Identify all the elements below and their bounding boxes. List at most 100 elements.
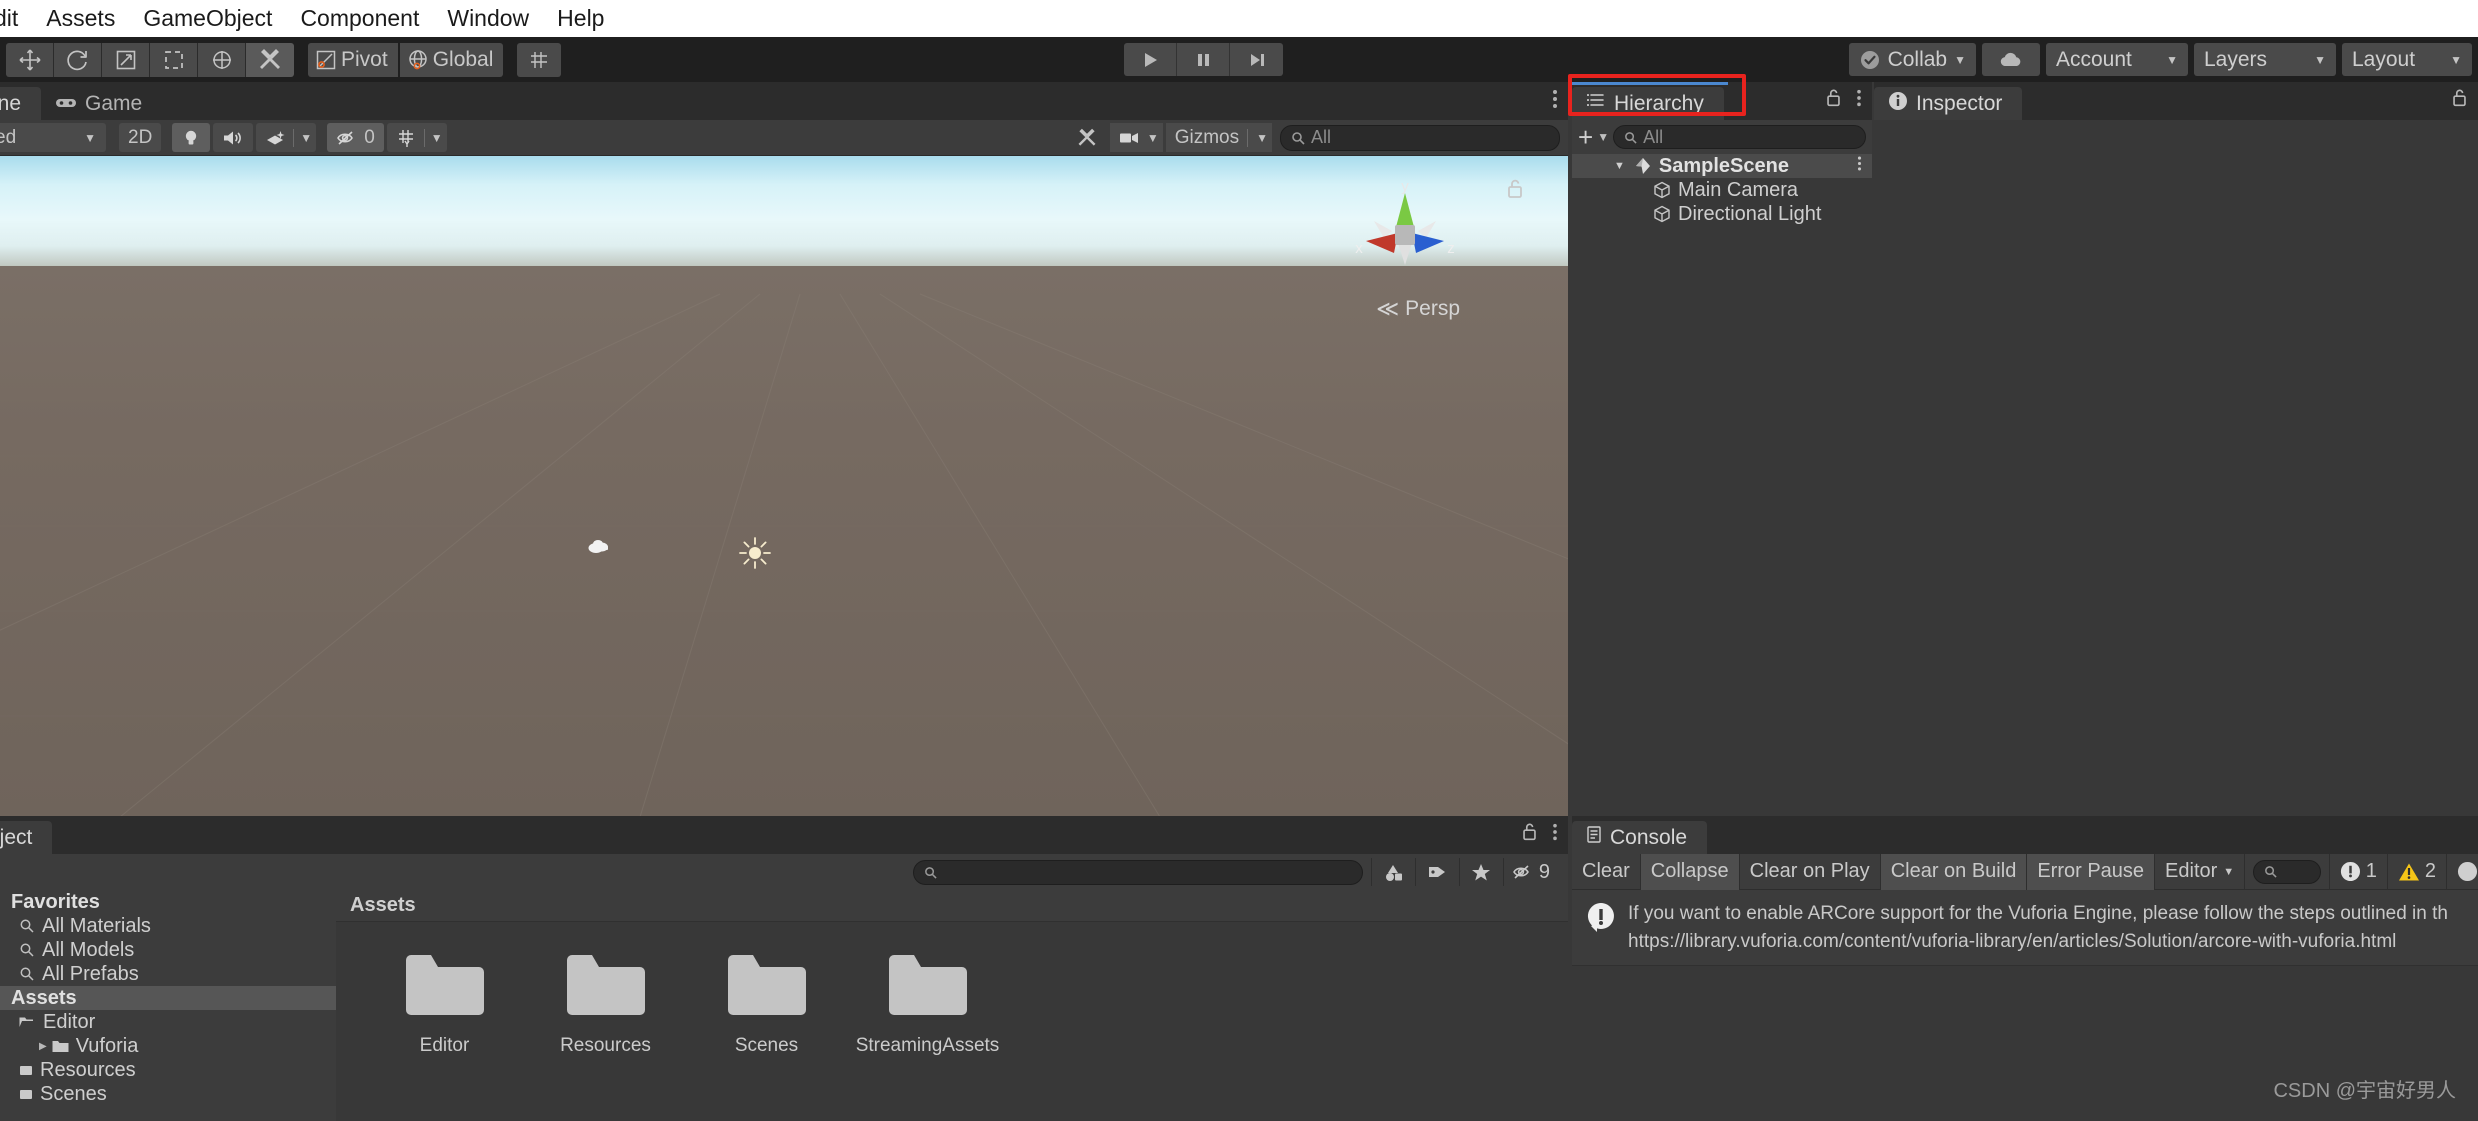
scene-2d-toggle[interactable]: 2D [119, 123, 162, 152]
project-filter-type-button[interactable] [1370, 858, 1415, 886]
chevron-down-icon[interactable]: ▼ [1597, 130, 1609, 144]
step-button[interactable] [1230, 43, 1283, 76]
project-tree-resources[interactable]: Resources [0, 1058, 336, 1082]
hierarchy-item-main-camera[interactable]: Main Camera [1572, 178, 1872, 202]
rotate-tool-button[interactable] [54, 42, 102, 77]
collab-button[interactable]: Collab ▼ [1848, 43, 1976, 76]
pivot-button[interactable]: Pivot [308, 42, 398, 77]
menu-component[interactable]: Component [286, 0, 433, 37]
rect-tool-button[interactable] [150, 42, 198, 77]
global-button[interactable]: Global [399, 42, 504, 77]
directional-light-gizmo[interactable] [738, 536, 772, 575]
cloud-button[interactable] [1982, 43, 2040, 76]
gamepad-icon [55, 92, 77, 116]
console-clear-on-play-button[interactable]: Clear on Play [1740, 853, 1881, 890]
menu-assets[interactable]: Assets [32, 0, 129, 37]
scene-search-input[interactable]: All [1280, 124, 1560, 151]
console-message-vuforia[interactable]: If you want to enable ARCore support for… [1572, 890, 2478, 967]
menu-edit[interactable]: dit [0, 0, 32, 37]
scene-hidden-objects-toggle[interactable]: 0 [327, 123, 384, 152]
console-message-text: If you want to enable ARCore support for… [1628, 900, 2448, 955]
asset-folder-editor[interactable]: Editor [364, 954, 525, 1057]
scene-more-icon[interactable] [1552, 88, 1558, 115]
asset-folder-scenes[interactable]: Scenes [686, 954, 847, 1057]
scene-view-mode-label: ≪ Persp [1376, 296, 1460, 321]
project-tree-editor[interactable]: Editor [0, 1010, 336, 1034]
project-tree-scenes-label: Scenes [40, 1082, 107, 1105]
menu-help[interactable]: Help [543, 0, 618, 37]
console-info-count[interactable]: 1 [2328, 853, 2387, 890]
console-tabstrip: Console [1572, 816, 2478, 854]
move-tool-button[interactable] [6, 42, 54, 77]
project-favorite-button[interactable] [1458, 858, 1503, 886]
scene-hidden-count: 0 [364, 126, 375, 148]
project-more-icon[interactable] [1552, 822, 1558, 847]
project-tree-assets[interactable]: Assets [0, 986, 336, 1010]
watermark: CSDN @宇宙好男人 [2273, 1080, 2456, 1102]
tab-scene[interactable]: ene [0, 87, 42, 120]
scene-axis-gizmo[interactable]: y x z [1350, 178, 1460, 291]
menu-gameobject[interactable]: GameObject [129, 0, 286, 37]
scene-effects-toggle[interactable]: ▼ [256, 123, 317, 152]
console-collapse-button[interactable]: Collapse [1640, 853, 1740, 890]
tab-inspector[interactable]: Inspector [1874, 87, 2023, 120]
tab-hierarchy[interactable]: Hierarchy [1572, 87, 1724, 120]
project-tree-all-models[interactable]: All Models [0, 938, 336, 962]
project-tree-scenes[interactable]: Scenes [0, 1082, 336, 1106]
scene-tools-button[interactable] [1067, 123, 1107, 152]
layers-button[interactable]: Layers ▼ [2194, 43, 2336, 76]
project-hidden-toggle[interactable]: 9 [1502, 858, 1558, 886]
console-editor-dropdown[interactable]: Editor ▼ [2155, 853, 2246, 890]
tab-game[interactable]: Game [41, 87, 162, 120]
info-icon [1888, 91, 1908, 117]
project-search-input[interactable] [912, 859, 1363, 885]
menu-window[interactable]: Window [433, 0, 543, 37]
scene-shading-dropdown[interactable]: ed ▼ [0, 123, 106, 152]
hierarchy-add-button[interactable]: + [1578, 124, 1593, 150]
pause-button[interactable] [1177, 43, 1230, 76]
transform-tool-button[interactable] [198, 42, 246, 77]
hierarchy-search-input[interactable]: All [1613, 125, 1866, 149]
scene-lighting-toggle[interactable] [172, 123, 211, 152]
layout-button[interactable]: Layout ▼ [2342, 43, 2472, 76]
custom-tool-button[interactable] [246, 42, 294, 77]
console-clear-on-build-button[interactable]: Clear on Build [1880, 853, 2028, 890]
project-tree-all-prefabs[interactable]: All Prefabs [0, 962, 336, 986]
tab-project[interactable]: oject [0, 821, 53, 854]
scene-lock-icon[interactable] [1506, 178, 1524, 205]
console-error-count[interactable] [2446, 853, 2478, 890]
scene-gizmos-button[interactable]: Gizmos ▼ [1165, 123, 1272, 152]
project-tree-all-materials[interactable]: All Materials [0, 914, 336, 938]
expand-arrow-icon[interactable]: ▶ [39, 1041, 47, 1052]
chevron-down-icon: ▼ [2166, 52, 2178, 67]
scale-tool-button[interactable] [102, 42, 150, 77]
inspector-lock-icon[interactable] [2451, 88, 2468, 113]
hierarchy-more-icon[interactable] [1856, 88, 1862, 113]
project-tree-favorites[interactable]: Favorites [0, 890, 336, 914]
console-warning-count[interactable]: 2 [2386, 853, 2446, 890]
hierarchy-lock-icon[interactable] [1825, 88, 1842, 113]
play-button[interactable] [1124, 43, 1177, 76]
scene-camera-button[interactable]: ▼ [1109, 123, 1163, 152]
hierarchy-item-directional-light[interactable]: Directional Light [1572, 202, 1872, 226]
console-search-input[interactable] [2253, 859, 2321, 884]
pivot-group: Pivot Global [308, 37, 504, 82]
snap-settings-button[interactable] [517, 42, 562, 77]
asset-folder-streamingassets[interactable]: StreamingAssets [847, 954, 1008, 1057]
project-lock-icon[interactable] [1521, 822, 1538, 847]
main-camera-gizmo[interactable] [585, 536, 615, 563]
asset-folder-resources[interactable]: Resources [525, 954, 686, 1057]
console-clear-button[interactable]: Clear [1572, 853, 1641, 890]
scene-canvas[interactable]: y x z ≪ Persp [0, 156, 1568, 817]
hierarchy-item-samplescene[interactable]: ▼ SampleScene [1572, 154, 1872, 178]
project-filter-label-button[interactable] [1414, 858, 1459, 886]
console-error-pause-button[interactable]: Error Pause [2027, 853, 2156, 890]
expand-arrow-icon[interactable]: ▼ [1614, 160, 1625, 172]
project-tree-vuforia[interactable]: ▶ Vuforia [0, 1034, 336, 1058]
scene-audio-toggle[interactable] [213, 123, 254, 152]
scene-context-menu-icon[interactable] [1857, 155, 1862, 178]
scene-grid-toggle[interactable]: ▼ [386, 123, 447, 152]
account-button[interactable]: Account ▼ [2046, 43, 2188, 76]
tab-project-label: oject [0, 825, 33, 849]
tab-console[interactable]: Console [1572, 821, 1708, 854]
